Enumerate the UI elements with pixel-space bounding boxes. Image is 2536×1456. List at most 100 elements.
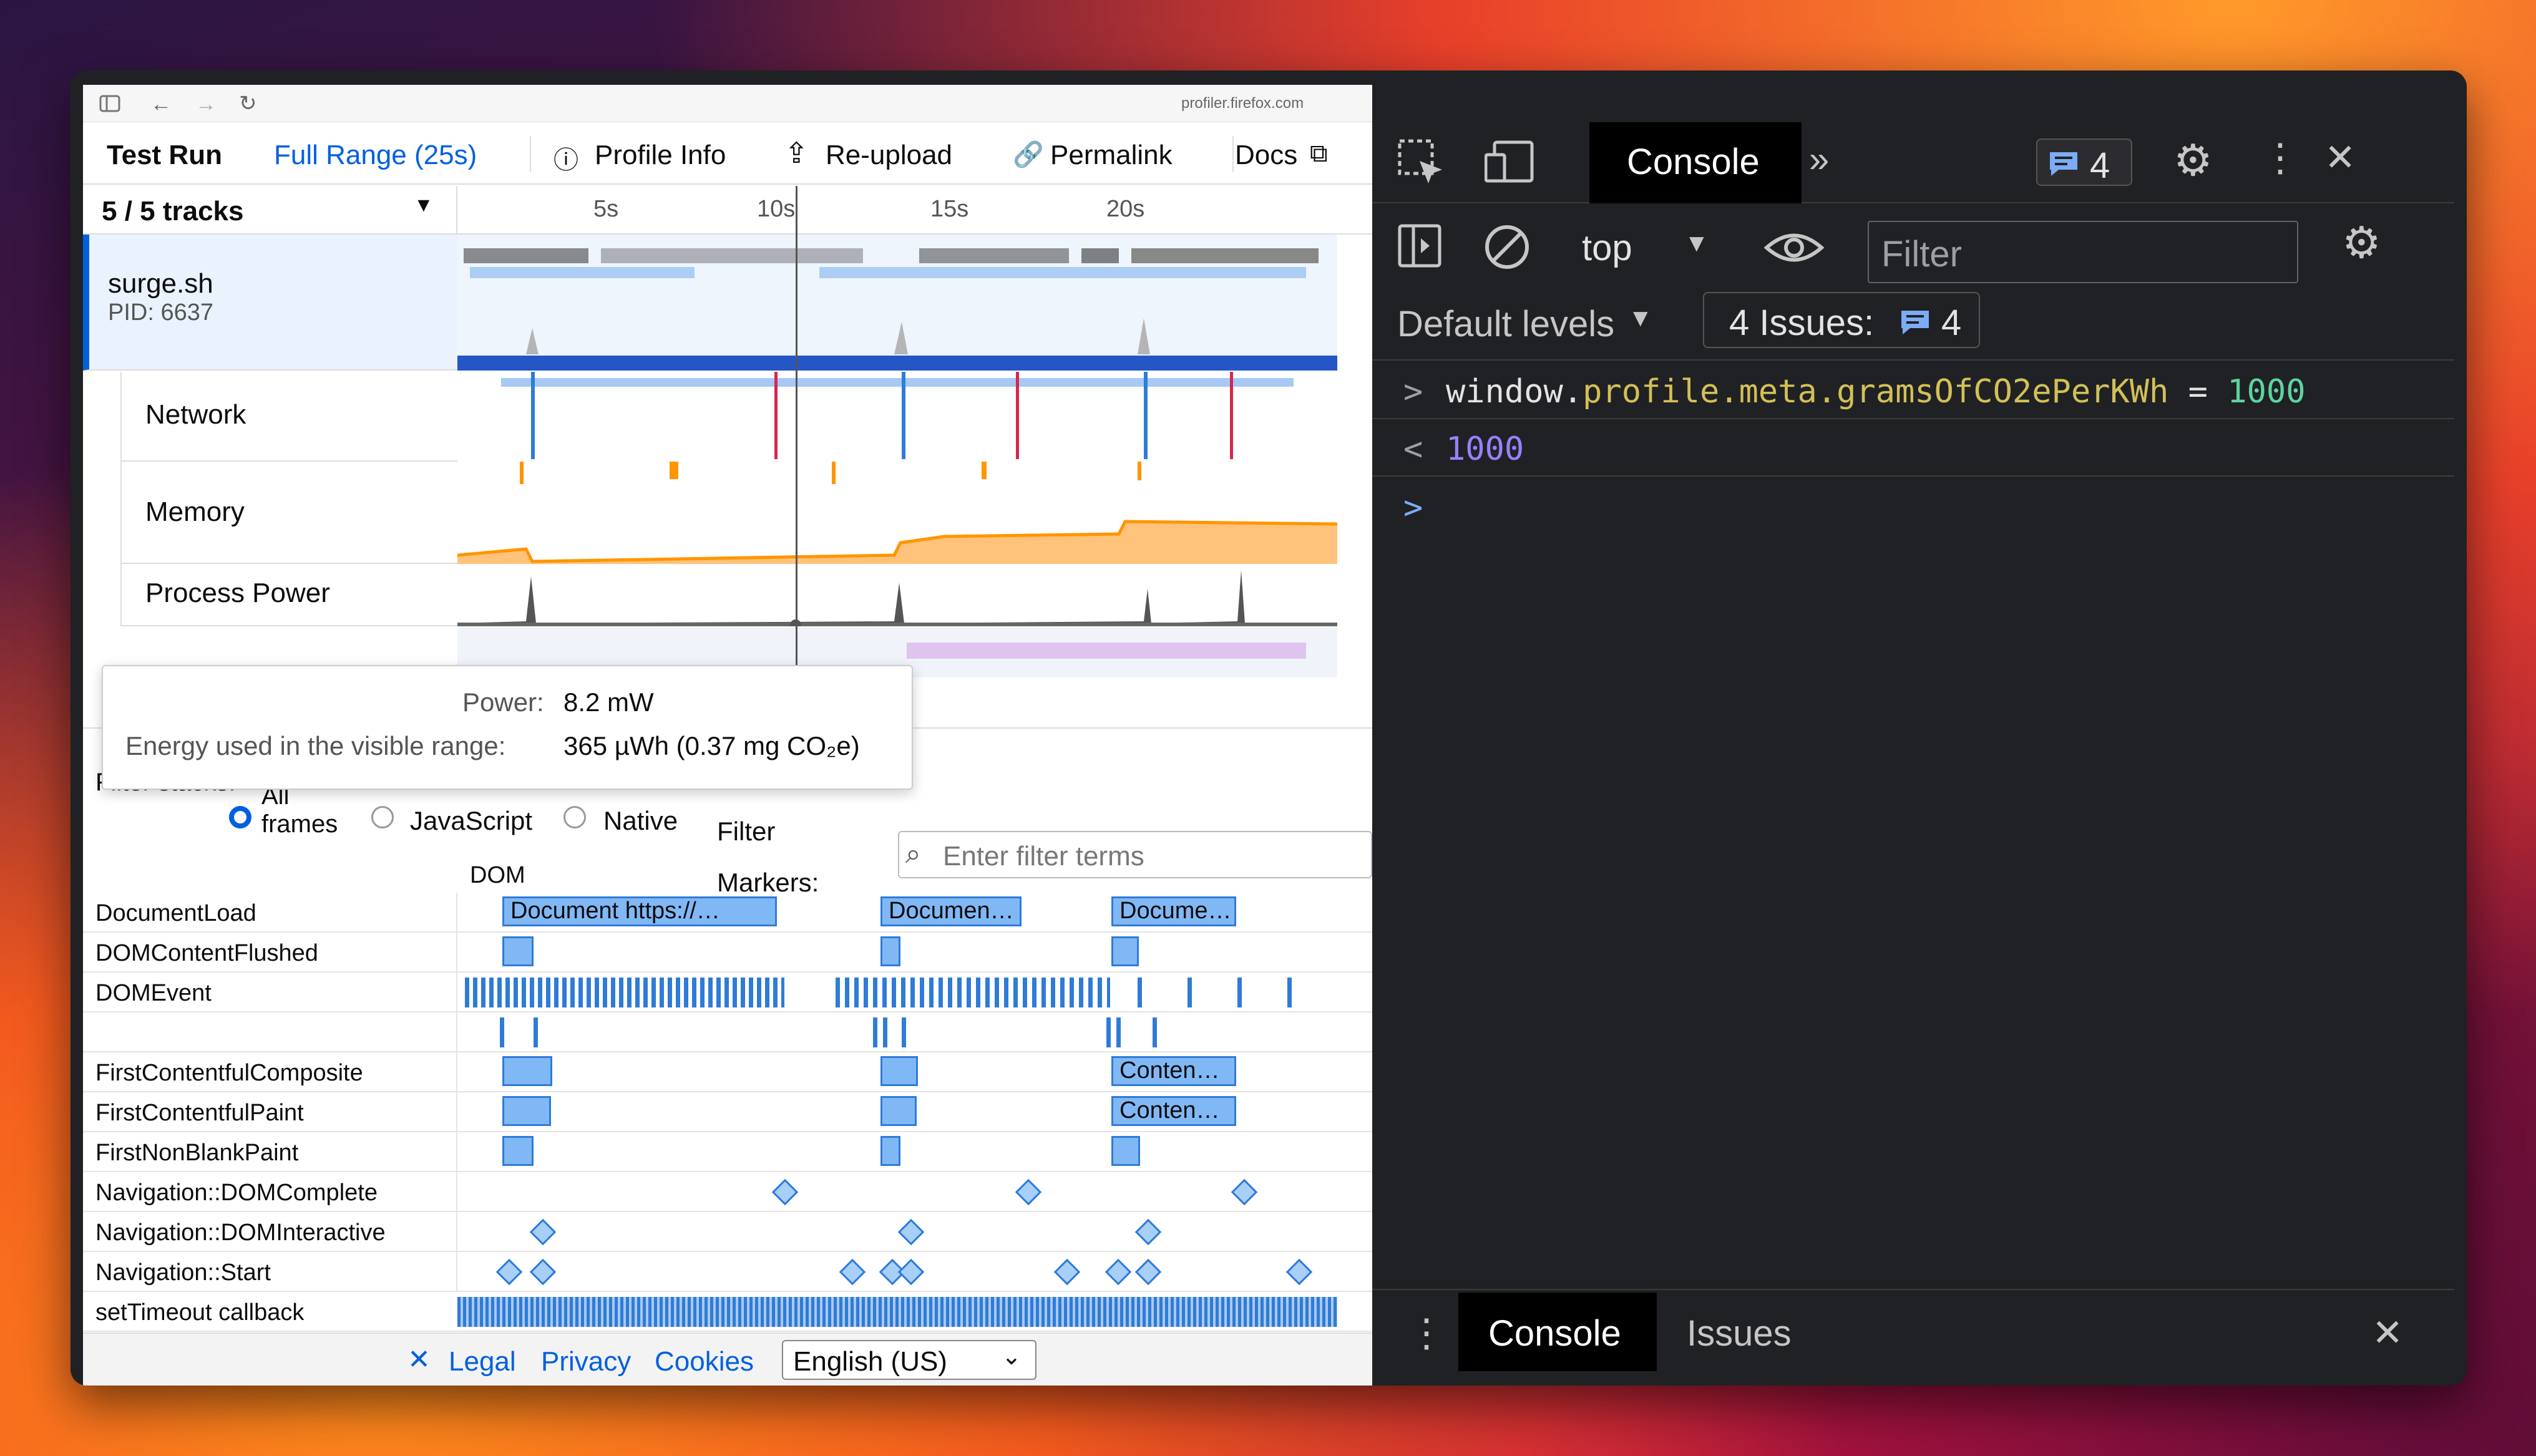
console-filter-input[interactable]: Filter <box>1868 221 2298 283</box>
marker-box[interactable] <box>880 1096 917 1126</box>
marker-box[interactable] <box>502 1056 552 1086</box>
marker-box[interactable] <box>880 936 900 966</box>
marker-row-label: Navigation::Start <box>95 1259 271 1286</box>
marker-box[interactable]: Docume… <box>1111 896 1236 926</box>
marker-diamond[interactable] <box>1105 1258 1132 1286</box>
marker-box[interactable] <box>502 1096 551 1126</box>
run-name[interactable]: Test Run <box>107 140 222 171</box>
sidebar-toggle-icon[interactable] <box>1397 223 1442 268</box>
issues-count: 4 <box>1941 303 1962 343</box>
console-prompt-icon[interactable]: > <box>1403 489 1423 527</box>
forward-icon[interactable]: → <box>195 92 217 117</box>
tick-label: 15s <box>930 196 969 222</box>
marker-diamond[interactable] <box>1053 1258 1081 1286</box>
console-code[interactable]: window.profile.meta.gramsOfCO2ePerKWh = … <box>1446 373 2306 410</box>
marker-diamond[interactable] <box>495 1258 523 1286</box>
more-options-icon[interactable]: ⋮ <box>2261 135 2299 180</box>
marker-diamond[interactable] <box>1134 1218 1162 1246</box>
drawer-menu-icon[interactable]: ⋮ <box>1407 1310 1446 1356</box>
marker-search-input[interactable]: ⌕ Enter filter terms <box>898 831 1372 878</box>
input-prompt-icon: > <box>1403 373 1423 410</box>
drawer-tab-console[interactable]: Console <box>1458 1293 1657 1371</box>
docs-link[interactable]: Docs <box>1235 140 1297 171</box>
marker-box[interactable]: Conten… <box>1111 1056 1236 1086</box>
marker-box[interactable] <box>1111 1136 1140 1166</box>
privacy-link[interactable]: Privacy <box>541 1346 631 1377</box>
memory-track-header[interactable]: Memory <box>120 462 457 564</box>
marker-box[interactable] <box>502 1136 534 1166</box>
marker-box[interactable]: Conten… <box>1111 1096 1236 1126</box>
settings-icon[interactable]: ⚙ <box>2173 135 2213 186</box>
language-select[interactable]: English (US) ⌄ <box>782 1340 1036 1380</box>
drawer-tab-issues[interactable]: Issues <box>1687 1313 1792 1354</box>
issues-badge[interactable]: 4 <box>2036 138 2132 186</box>
marker-box[interactable] <box>880 1136 900 1166</box>
legal-link[interactable]: Legal <box>449 1346 516 1377</box>
close-drawer-icon[interactable]: ✕ <box>2372 1311 2403 1355</box>
close-devtools-icon[interactable]: ✕ <box>2324 136 2356 180</box>
device-toggle-icon[interactable] <box>1485 140 1534 183</box>
message-icon <box>1901 311 1929 334</box>
all-frames-radio[interactable] <box>229 806 251 828</box>
tooltip-energy-label: Energy used in the visible range: <box>125 731 506 760</box>
chevron-down-icon[interactable]: ▼ <box>1684 230 1709 258</box>
native-radio[interactable] <box>563 806 586 828</box>
full-range-breadcrumb[interactable]: Full Range (25s) <box>274 140 477 171</box>
eye-icon[interactable] <box>1764 227 1824 268</box>
marker-diamond[interactable] <box>839 1258 866 1286</box>
marker-box[interactable]: Document https://… <box>502 896 777 926</box>
marker-chart[interactable]: DocumentLoad Document https://… Documen…… <box>83 893 1372 1292</box>
chevron-down-icon[interactable]: ▼ <box>1628 304 1653 332</box>
reupload-button[interactable]: Re-upload <box>826 140 952 171</box>
tracks-count-button[interactable]: 5 / 5 tracks <box>102 196 244 227</box>
marker-diamond[interactable] <box>897 1218 925 1246</box>
marker-box[interactable] <box>502 936 534 966</box>
permalink-button[interactable]: Permalink <box>1050 140 1173 171</box>
marker-row <box>83 1012 1372 1052</box>
marker-diamond[interactable] <box>1231 1178 1258 1206</box>
profiler-top-bar: Test Run Full Range (25s) ⓘ Profile Info… <box>83 122 1372 185</box>
marker-diamond[interactable] <box>529 1218 557 1246</box>
network-track-graph[interactable] <box>457 372 1337 462</box>
tab-console[interactable]: Console <box>1589 122 1802 203</box>
inspect-element-icon[interactable] <box>1397 138 1445 186</box>
marker-row: FirstContentfulPaint Conten… <box>83 1092 1372 1132</box>
track-label: Network <box>145 399 246 430</box>
devtools-toolbar: Console » 4 ⚙ ⋮ ✕ <box>1372 122 2454 203</box>
close-icon[interactable]: ✕ <box>407 1344 431 1376</box>
javascript-radio[interactable] <box>371 806 394 828</box>
marker-box[interactable] <box>880 1056 918 1086</box>
default-levels-dropdown[interactable]: Default levels <box>1397 303 1614 345</box>
reload-icon[interactable]: ↻ <box>239 91 257 116</box>
process-activity-graph[interactable] <box>457 235 1337 371</box>
sidebar-icon[interactable] <box>99 95 120 112</box>
back-icon[interactable]: ← <box>150 92 172 117</box>
url-text[interactable]: profiler.firefox.com <box>1181 95 1304 112</box>
marker-diamond[interactable] <box>1015 1178 1042 1206</box>
process-track-header[interactable]: surge.sh PID: 6637 <box>83 235 457 371</box>
console-settings-icon[interactable]: ⚙ <box>2342 217 2381 268</box>
power-tooltip: Power: 8.2 mW Energy used in the visible… <box>102 665 913 790</box>
marker-diamond[interactable] <box>1134 1258 1162 1286</box>
memory-track-graph[interactable] <box>457 462 1337 564</box>
chevron-down-icon[interactable]: ▼ <box>414 193 434 216</box>
process-power-track-graph[interactable] <box>457 564 1337 626</box>
marker-diamond[interactable] <box>1285 1258 1313 1286</box>
marker-box[interactable] <box>1111 936 1139 966</box>
context-selector[interactable]: top <box>1582 227 1632 269</box>
marker-diamond[interactable] <box>897 1258 925 1286</box>
marker-diamond[interactable] <box>529 1258 557 1286</box>
cookies-link[interactable]: Cookies <box>655 1346 754 1377</box>
tooltip-power-label: Power: <box>462 687 544 717</box>
marker-diamond[interactable] <box>771 1178 799 1206</box>
profile-info-button[interactable]: Profile Info <box>595 140 726 171</box>
tooltip-energy-value: 365 µWh (0.37 mg CO₂e) <box>563 731 860 760</box>
clear-console-icon[interactable] <box>1483 223 1531 271</box>
process-power-track-header[interactable]: Process Power <box>120 564 457 626</box>
tick-label: 5s <box>593 196 619 222</box>
issues-label: 4 Issues: <box>1729 303 1875 343</box>
network-track-header[interactable]: Network <box>120 372 457 462</box>
marker-box[interactable]: Documen… <box>880 896 1022 926</box>
issues-button[interactable]: 4 Issues: 4 <box>1703 292 1980 348</box>
more-tabs-icon[interactable]: » <box>1809 138 1829 180</box>
